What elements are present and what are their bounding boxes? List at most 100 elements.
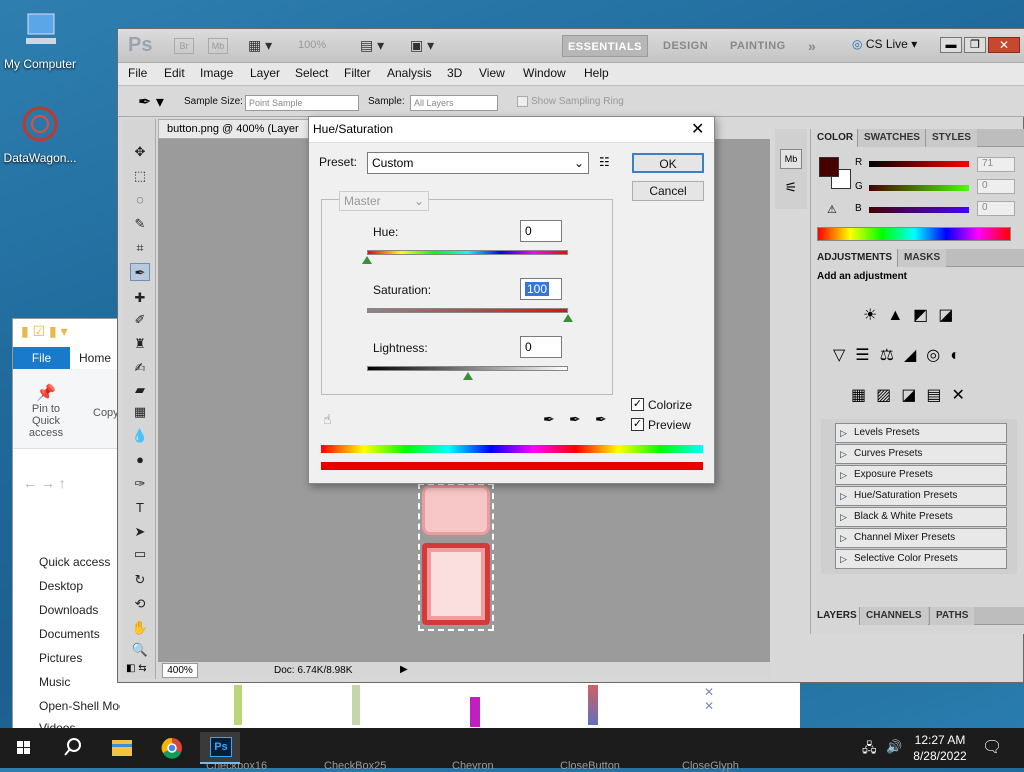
arrange-documents-icon[interactable]: ▤ ▾ [360,37,384,54]
view-extras-icon[interactable]: ▦ ▾ [248,37,272,54]
eyedropper-tool-icon[interactable]: ✒ [130,263,150,281]
preset-select[interactable]: Custom ⌄ [367,152,589,174]
adjustment-icons-row-1[interactable]: ☀▲◩◪ [863,305,963,325]
menu-file[interactable]: File [128,66,147,80]
restore-button[interactable]: ❐ [964,37,986,53]
eyedropper-icon[interactable]: ✒ ▾ [138,92,164,112]
hue-slider-thumb[interactable] [362,256,372,264]
preset-hue-saturation[interactable]: ▷ Hue/Saturation Presets [835,486,1007,506]
quick-select-tool-icon[interactable]: ✎ [130,215,150,233]
b-value[interactable]: 0 [977,201,1015,216]
zoom-tool-icon[interactable]: 🔍 [130,641,150,659]
dodge-tool-icon[interactable]: ● [130,451,150,469]
copy-button[interactable]: Copy [93,407,119,419]
start-button[interactable] [4,732,44,764]
preset-exposure[interactable]: ▷ Exposure Presets [835,465,1007,485]
zoom-level-select[interactable]: 100% [298,39,326,51]
preset-curves[interactable]: ▷ Curves Presets [835,444,1007,464]
color-ramp[interactable] [817,227,1011,241]
menu-image[interactable]: Image [200,66,233,80]
photoshop-taskbar-icon[interactable]: Ps [200,732,240,764]
status-arrow-icon[interactable]: ▶ [400,664,408,675]
mini-bridge-panel-icon[interactable]: Mb [780,149,802,169]
menu-help[interactable]: Help [584,66,609,80]
color-swatches-icon[interactable]: ◧ ⇆ [126,663,152,677]
tab-masks[interactable]: MASKS [897,249,947,267]
preset-black-white[interactable]: ▷ Black & White Presets [835,507,1007,527]
preset-options-icon[interactable]: ☷ [599,155,610,169]
volume-icon[interactable]: 🔊 [886,739,902,755]
desktop-icon-datawagon[interactable]: DataWagon... [0,104,80,165]
menu-3d[interactable]: 3D [447,66,462,80]
nav-item-downloads[interactable]: Downloads [39,599,98,621]
type-tool-icon[interactable]: T [130,499,150,517]
status-zoom[interactable]: 400% [162,663,198,678]
tab-styles[interactable]: STYLES [925,129,977,147]
sample-select[interactable]: All Layers [410,95,498,111]
search-icon[interactable] [52,732,92,764]
menu-layer[interactable]: Layer [250,66,280,80]
menu-edit[interactable]: Edit [164,66,185,80]
healing-brush-tool-icon[interactable]: ✚ [130,289,150,307]
sample-size-select[interactable]: Point Sample [245,95,359,111]
clock[interactable]: 12:27 AM 8/28/2022 [910,732,970,764]
nav-item-documents[interactable]: Documents [39,623,100,645]
notifications-icon[interactable]: 🗨 [982,737,1002,757]
menu-window[interactable]: Window [523,66,566,80]
menu-select[interactable]: Select [295,66,328,80]
crop-tool-icon[interactable]: ⌗ [130,239,150,257]
preset-channel-mixer[interactable]: ▷ Channel Mixer Presets [835,528,1007,548]
channel-select[interactable]: Master ⌄ [339,191,429,211]
preview-checkbox[interactable]: ✓ [631,418,644,431]
hue-slider[interactable] [367,250,568,255]
lightness-slider-thumb[interactable] [462,372,473,380]
nav-item-pictures[interactable]: Pictures [39,647,82,669]
menu-view[interactable]: View [479,66,505,80]
lightness-slider[interactable] [367,366,568,371]
3d-orbit-tool-icon[interactable]: ⟲ [130,595,150,613]
tab-channels[interactable]: CHANNELS [859,607,928,625]
show-sampling-ring-checkbox[interactable] [517,96,528,107]
lasso-tool-icon[interactable]: ◌ [130,191,150,209]
move-tool-icon[interactable]: ✥ [130,143,150,161]
targeted-adjustment-hand-icon[interactable]: ☝ [323,411,332,428]
menu-filter[interactable]: Filter [344,66,371,80]
hand-tool-icon[interactable]: ✋ [130,619,150,637]
gradient-tool-icon[interactable]: ▦ [130,403,150,421]
screen-mode-icon[interactable]: ▣ ▾ [410,37,434,54]
marquee-tool-icon[interactable]: ⬚ [130,167,150,185]
cs-live-button[interactable]: ◎ CS Live ▾ [852,37,917,51]
3d-rotate-tool-icon[interactable]: ↻ [130,571,150,589]
tab-swatches[interactable]: SWATCHES [857,129,926,147]
eyedropper-plus-icon[interactable]: ✒ [569,411,581,428]
out-of-gamut-warning-icon[interactable]: ⚠ [827,203,837,216]
nav-item-music[interactable]: Music [39,671,70,693]
history-brush-tool-icon[interactable]: ✍ [130,359,150,377]
minimize-button[interactable]: ▬ [940,37,962,53]
saturation-slider[interactable] [367,308,568,313]
explorer-tab-home[interactable]: Home [79,347,111,369]
lightness-input[interactable]: 0 [520,336,562,358]
workspace-design[interactable]: DESIGN [663,35,708,57]
dialog-close-icon[interactable]: ✕ [691,119,704,139]
r-value[interactable]: 71 [977,157,1015,172]
hue-input[interactable]: 0 [520,220,562,242]
pen-tool-icon[interactable]: ✑ [130,475,150,493]
preset-levels[interactable]: ▷ Levels Presets [835,423,1007,443]
tab-adjustments[interactable]: ADJUSTMENTS [811,249,899,267]
nav-item-desktop[interactable]: Desktop [39,575,83,597]
eyedropper-minus-icon[interactable]: ✒ [595,411,607,428]
ok-button[interactable]: OK [632,153,704,173]
more-workspaces-button[interactable]: » [808,35,816,57]
shape-tool-icon[interactable]: ▭ [130,545,150,563]
file-explorer-taskbar-icon[interactable] [102,732,142,764]
chrome-icon[interactable] [152,732,192,764]
network-icon[interactable]: 🖧 [862,739,877,761]
bridge-button[interactable]: Br [174,38,194,54]
colorize-checkbox[interactable]: ✓ [631,398,644,411]
saturation-input[interactable]: 100 [520,278,562,300]
tab-color[interactable]: COLOR [811,129,860,147]
desktop-icon-my-computer[interactable]: My Computer [0,10,80,71]
pin-to-quick-access-button[interactable]: 📌 Pin to Quick access [21,383,71,439]
eraser-tool-icon[interactable]: ▰ [130,381,150,399]
